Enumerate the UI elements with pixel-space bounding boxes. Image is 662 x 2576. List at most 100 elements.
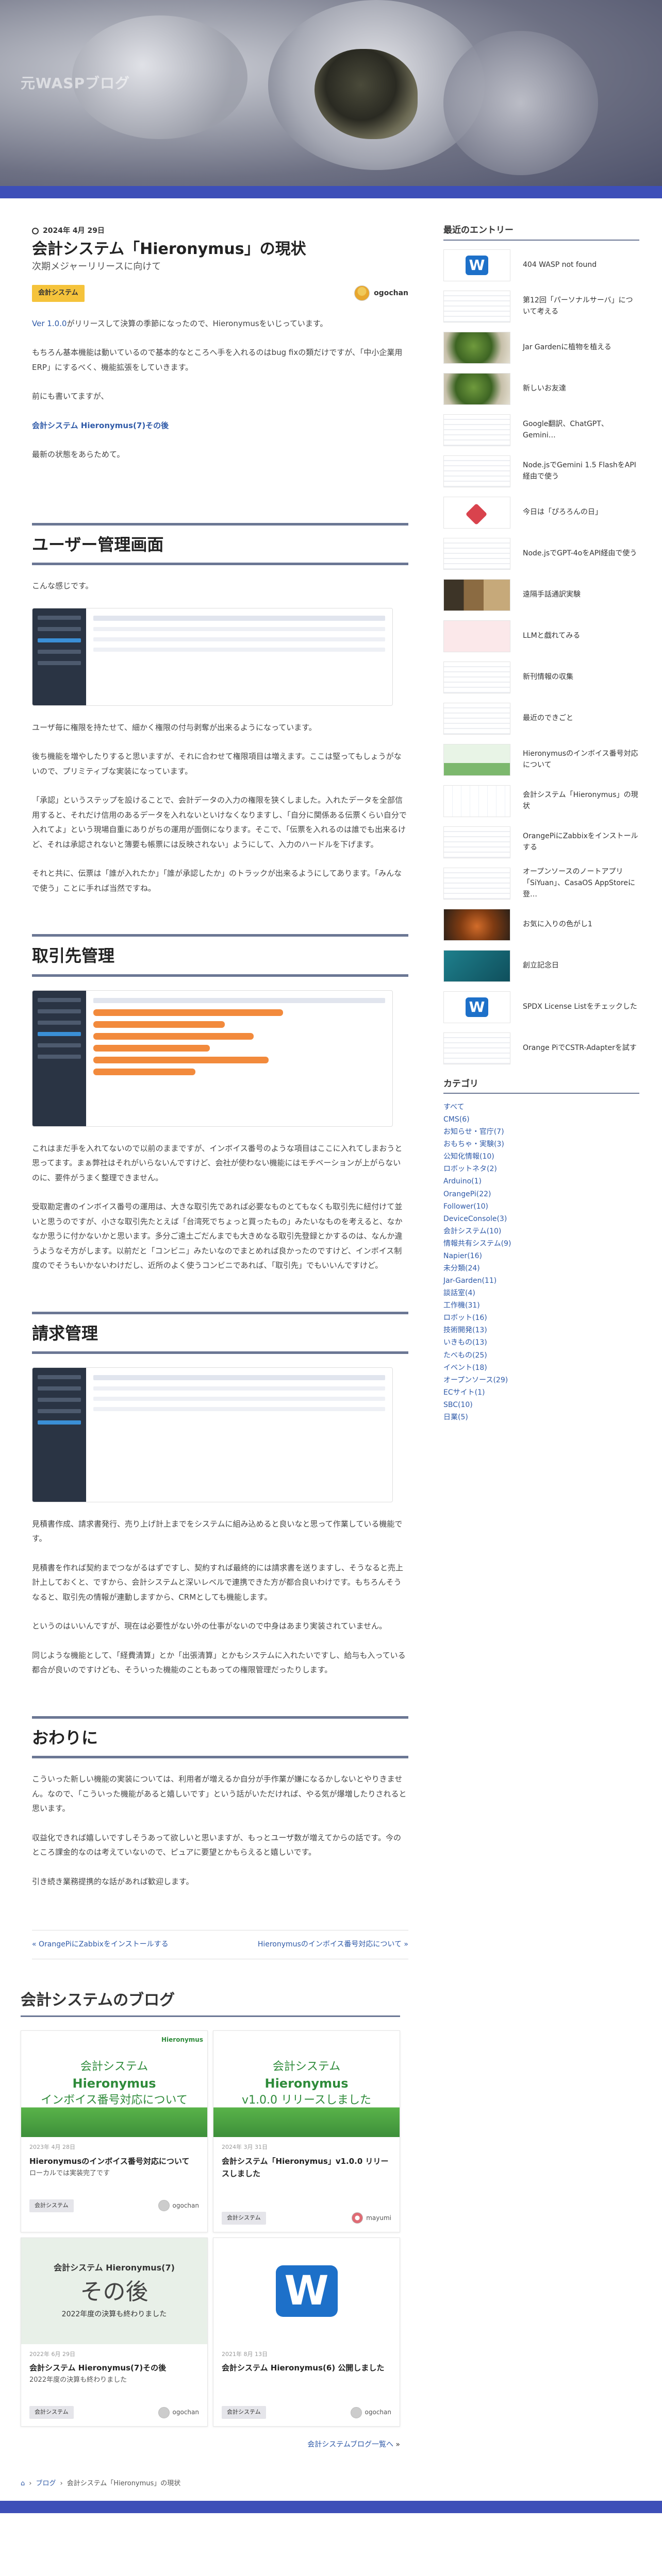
category-item[interactable]: SBC(10) <box>443 1399 639 1411</box>
site-title[interactable]: 元WASPブログ <box>21 70 130 97</box>
category-link[interactable]: OrangePi(22) <box>443 1190 491 1198</box>
category-item[interactable]: 会計システム(10) <box>443 1225 639 1238</box>
related-card[interactable]: Hieronymus 会計システム Hieronymus インボイス番号対応について… <box>21 2030 208 2232</box>
more-posts-link[interactable]: 会計システムブログ一覧へ » <box>21 2438 400 2452</box>
category-link[interactable]: 会計システム(10) <box>443 1227 501 1235</box>
recent-entry[interactable]: 創立記念日 <box>443 948 639 984</box>
category-item[interactable]: ロボットネタ(2) <box>443 1163 639 1175</box>
related-card[interactable]: W 2021年 8月 13日 会計システム Hieronymus(6) 公開しま… <box>213 2237 400 2427</box>
entry-title[interactable]: お気に入りの色がし1 <box>523 919 592 930</box>
card-category[interactable]: 会計システム <box>29 2199 74 2212</box>
card-category[interactable]: 会計システム <box>222 2211 266 2225</box>
entry-title[interactable]: 404 WASP not found <box>523 260 597 271</box>
category-item[interactable]: 談話室(4) <box>443 1287 639 1299</box>
entry-title[interactable]: 最近のできごと <box>523 713 573 724</box>
recent-entry[interactable]: Node.jsでGPT-4oをAPI経由で使う <box>443 536 639 572</box>
category-item[interactable]: CMS(6) <box>443 1113 639 1126</box>
post-author[interactable]: ogochan <box>354 285 408 301</box>
category-link[interactable]: いきもの(13) <box>443 1338 487 1347</box>
entry-title[interactable]: 遠隔手話通訳実験 <box>523 589 581 601</box>
entry-title[interactable]: Node.jsでGPT-4oをAPI経由で使う <box>523 548 637 560</box>
category-link[interactable]: 工作機(31) <box>443 1301 480 1310</box>
entry-title[interactable]: Hieronymusのインボイス番号対応について <box>523 749 639 771</box>
related-card[interactable]: 会計システム Hieronymus v1.0.0 リリースしました 2024年 3月… <box>213 2030 400 2232</box>
recent-entry[interactable]: W SPDX License Listをチェックした <box>443 990 639 1025</box>
entry-title[interactable]: 創立記念日 <box>523 960 559 972</box>
category-item[interactable]: いきもの(13) <box>443 1336 639 1349</box>
recent-entry[interactable]: 遠隔手話通訳実験 <box>443 578 639 613</box>
category-item[interactable]: オープンソース(29) <box>443 1374 639 1386</box>
category-link[interactable]: Napier(16) <box>443 1252 482 1260</box>
related-card[interactable]: 会計システム Hieronymus(7) その後 2022年度の決算も終わりまし… <box>21 2237 208 2427</box>
category-link[interactable]: ロボット(16) <box>443 1314 487 1322</box>
category-badge[interactable]: 会計システム <box>32 285 85 302</box>
category-item[interactable]: Napier(16) <box>443 1250 639 1262</box>
card-category[interactable]: 会計システム <box>222 2406 266 2419</box>
entry-title[interactable]: Orange PiでCSTR-Adapterを試す <box>523 1043 637 1054</box>
recent-entry[interactable]: 第12回「パーソナルサーバ」について考える <box>443 289 639 325</box>
card-title[interactable]: 会計システム Hieronymus(7)その後 <box>29 2362 199 2374</box>
category-item[interactable]: ロボット(16) <box>443 1312 639 1324</box>
card-title[interactable]: 会計システム Hieronymus(6) 公開しました <box>222 2362 391 2374</box>
category-link[interactable]: 公知化情報(10) <box>443 1153 494 1161</box>
category-link[interactable]: Jar-Garden(11) <box>443 1277 496 1285</box>
recent-entry[interactable]: お気に入りの色がし1 <box>443 907 639 943</box>
category-link[interactable]: Follower(10) <box>443 1202 488 1211</box>
category-item[interactable]: OrangePi(22) <box>443 1188 639 1200</box>
recent-entry[interactable]: OrangePiにZabbixをインストールする <box>443 825 639 860</box>
category-item[interactable]: Jar-Garden(11) <box>443 1275 639 1287</box>
recent-entry[interactable]: Jar Gardenに植物を植える <box>443 330 639 366</box>
recent-entry[interactable]: Google翻訳、ChatGPT、Gemini… <box>443 413 639 448</box>
entry-title[interactable]: OrangePiにZabbixをインストールする <box>523 831 639 853</box>
recent-entry[interactable]: Node.jsでGemini 1.5 FlashをAPI経由で使う <box>443 454 639 489</box>
category-link[interactable]: ECサイト(1) <box>443 1388 485 1397</box>
related-post-link[interactable]: 会計システム Hieronymus(7)その後 <box>32 421 169 430</box>
entry-title[interactable]: 第12回「パーソナルサーバ」について考える <box>523 295 639 317</box>
category-item[interactable]: お知らせ・官庁(7) <box>443 1126 639 1138</box>
category-link[interactable]: SBC(10) <box>443 1401 473 1409</box>
recent-entry[interactable]: Orange PiでCSTR-Adapterを試す <box>443 1031 639 1066</box>
category-item[interactable]: おもちゃ・実験(3) <box>443 1138 639 1150</box>
category-link[interactable]: お知らせ・官庁(7) <box>443 1128 504 1136</box>
entry-title[interactable]: Jar Gardenに植物を植える <box>523 342 611 353</box>
entry-title[interactable]: Google翻訳、ChatGPT、Gemini… <box>523 419 639 441</box>
recent-entry[interactable]: LLMと戯れてみる <box>443 619 639 654</box>
entry-title[interactable]: 新刊情報の収集 <box>523 672 573 683</box>
entry-title[interactable]: 今日は「ぴろろんの日」 <box>523 507 602 518</box>
card-title[interactable]: 会計システム「Hieronymus」v1.0.0 リリースしました <box>222 2155 391 2180</box>
more-posts-text[interactable]: 会計システムブログ一覧へ <box>307 2441 393 2449</box>
category-item[interactable]: 工作機(31) <box>443 1299 639 1312</box>
release-link[interactable]: Ver 1.0.0 <box>32 319 67 328</box>
category-item[interactable]: イベント(18) <box>443 1362 639 1374</box>
category-item[interactable]: Follower(10) <box>443 1200 639 1213</box>
category-link[interactable]: すべて <box>443 1103 464 1111</box>
category-item[interactable]: Arduino(1) <box>443 1175 639 1188</box>
recent-entry[interactable]: オープンソースのノートアプリ「SiYuan」、CasaOS AppStoreに登… <box>443 866 639 902</box>
category-link[interactable]: 談話室(4) <box>443 1289 475 1297</box>
card-title[interactable]: Hieronymusのインボイス番号対応について <box>29 2155 199 2167</box>
category-link[interactable]: たべもの(25) <box>443 1351 487 1360</box>
category-item[interactable]: すべて <box>443 1101 639 1113</box>
category-link[interactable]: 日業(5) <box>443 1413 468 1421</box>
category-item[interactable]: ECサイト(1) <box>443 1386 639 1399</box>
recent-entry[interactable]: 新刊情報の収集 <box>443 660 639 696</box>
next-post-link[interactable]: Hieronymusのインボイス番号対応について » <box>254 1939 408 1950</box>
breadcrumb-item[interactable]: ブログ <box>36 2478 56 2490</box>
category-link[interactable]: 技術開発(13) <box>443 1326 487 1334</box>
category-link[interactable]: 情報共有システム(9) <box>443 1240 511 1248</box>
recent-entry[interactable]: 新しいお友達 <box>443 371 639 407</box>
entry-title[interactable]: 会計システム「Hieronymus」の現状 <box>523 790 639 812</box>
recent-entry[interactable]: 会計システム「Hieronymus」の現状 <box>443 784 639 819</box>
category-link[interactable]: 未分類(24) <box>443 1264 480 1273</box>
category-item[interactable]: 未分類(24) <box>443 1262 639 1275</box>
prev-post-link[interactable]: « OrangePiにZabbixをインストールする <box>32 1939 187 1950</box>
category-item[interactable]: 技術開発(13) <box>443 1324 639 1336</box>
entry-title[interactable]: Node.jsでGemini 1.5 FlashをAPI経由で使う <box>523 460 639 482</box>
category-item[interactable]: 日業(5) <box>443 1411 639 1423</box>
recent-entry[interactable]: W 404 WASP not found <box>443 248 639 283</box>
category-link[interactable]: DeviceConsole(3) <box>443 1215 507 1223</box>
category-link[interactable]: CMS(6) <box>443 1115 470 1124</box>
entry-title[interactable]: LLMと戯れてみる <box>523 631 580 642</box>
entry-title[interactable]: 新しいお友達 <box>523 383 566 395</box>
category-link[interactable]: おもちゃ・実験(3) <box>443 1140 504 1148</box>
